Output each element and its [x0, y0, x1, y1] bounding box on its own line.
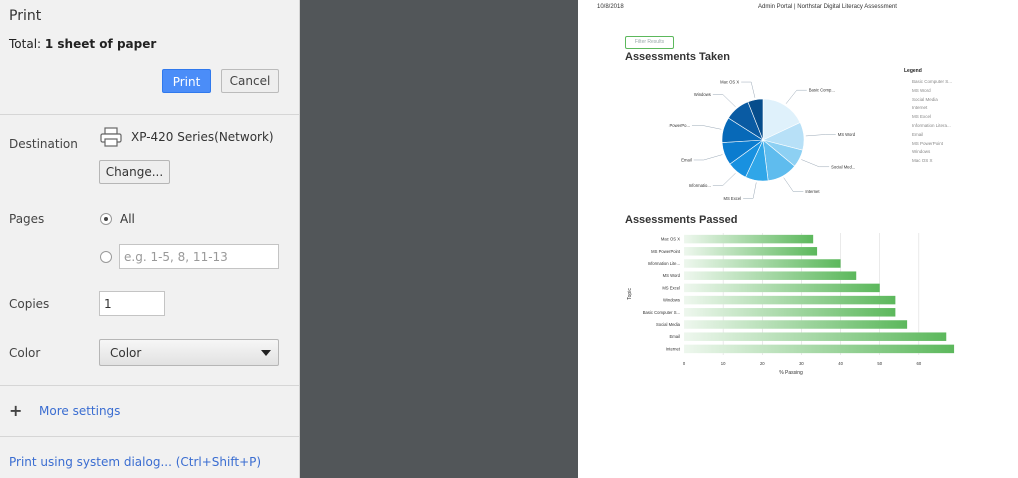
- print-settings-panel: Print Total: 1 sheet of paper Print Canc…: [0, 0, 300, 478]
- legend-item: Social Media: [912, 96, 938, 102]
- pie-slice-label: Email: [681, 157, 692, 162]
- x-axis-label: % Passing: [779, 370, 803, 376]
- pie-slice-label: MS Excel: [723, 196, 741, 201]
- y-tick-label: Social Media: [656, 322, 681, 327]
- total-prefix: Total:: [9, 37, 45, 51]
- pie-label-line: [785, 89, 807, 104]
- print-preview-page: 10/8/2018 Admin Portal | Northstar Digit…: [578, 0, 1018, 478]
- y-tick-label: MS PowerPoint: [651, 249, 681, 254]
- total-sheets: Total: 1 sheet of paper: [9, 37, 156, 51]
- bar: [684, 320, 908, 329]
- pages-range-input[interactable]: e.g. 1-5, 8, 11-13: [119, 244, 279, 269]
- bar: [684, 259, 841, 268]
- pie-label-line: [712, 172, 736, 186]
- legend-item: Email: [912, 131, 924, 137]
- assessments-taken-pie-chart: Basic Comp... MS Word Social Med... Interne…: [668, 80, 856, 201]
- plus-icon[interactable]: +: [9, 401, 22, 420]
- total-value: 1 sheet of paper: [44, 37, 157, 51]
- legend-item: MS PowerPoint: [912, 140, 944, 146]
- change-destination-button[interactable]: Change...: [99, 160, 170, 184]
- pie-label-line: [801, 159, 830, 168]
- bar: [684, 295, 896, 305]
- x-tick-label: 60: [917, 361, 922, 366]
- copies-label: Copies: [9, 297, 50, 311]
- bar: [684, 234, 814, 244]
- bar: [684, 271, 857, 280]
- print-button[interactable]: Print: [162, 69, 211, 93]
- x-tick-label: 30: [799, 361, 804, 366]
- bar: [684, 344, 955, 354]
- y-tick-label: Windows: [663, 298, 680, 303]
- pie-label-line: [693, 154, 723, 161]
- y-tick-label: Basic Computer S...: [643, 310, 680, 315]
- pie-slice-label: MS Word: [838, 132, 856, 137]
- y-axis-label: Topic: [627, 288, 633, 300]
- legend-title: Legend: [904, 68, 922, 74]
- print-header: Print Total: 1 sheet of paper Print Canc…: [0, 0, 299, 115]
- color-select-value: Color: [110, 346, 142, 360]
- pie-label-line: [691, 125, 722, 130]
- pie-label-line: [783, 177, 804, 192]
- destination-printer-name: XP-420 Series(Network): [131, 130, 274, 144]
- y-tick-label: Information Lite...: [648, 261, 680, 266]
- pie-label-line: [805, 134, 836, 137]
- y-tick-label: MS Excel: [662, 285, 680, 290]
- legend-item: Mac OS X: [912, 158, 933, 164]
- legend-item: MS Excel: [912, 114, 932, 120]
- pie-label-line: [741, 81, 756, 98]
- pie-chart-title: Assessments Taken: [625, 51, 730, 63]
- y-tick-label: Email: [670, 334, 681, 339]
- legend-item: Windows: [912, 149, 931, 155]
- bar: [684, 247, 818, 256]
- legend-item: Basic Computer S...: [912, 79, 953, 84]
- destination-label: Destination: [9, 137, 78, 151]
- pages-label: Pages: [9, 212, 45, 226]
- pie-slice-label: Informatio...: [689, 183, 711, 188]
- chevron-down-icon: [261, 350, 271, 356]
- pie-slice-label: Internet: [805, 189, 820, 194]
- pie-slice-label: Social Med...: [831, 164, 855, 169]
- page-header-title: Admin Portal | Northstar Digital Literac…: [758, 4, 897, 10]
- print-title: Print: [9, 8, 42, 24]
- x-tick-label: 20: [760, 361, 765, 366]
- legend-item: MS Word: [912, 87, 931, 93]
- pie-slice-label: Basic Comp...: [809, 88, 835, 93]
- more-settings-link[interactable]: More settings: [39, 404, 120, 418]
- y-tick-label: MS Word: [663, 273, 681, 278]
- divider: [0, 436, 299, 437]
- cancel-button[interactable]: Cancel: [221, 69, 279, 93]
- pie-slice-label: MS PowerPo...: [668, 123, 690, 128]
- x-tick-label: 40: [838, 361, 843, 366]
- pie-slice-label: Windows: [694, 92, 711, 97]
- x-tick-label: 10: [721, 361, 726, 366]
- legend-item: Information Litera...: [912, 123, 951, 128]
- x-tick-label: 50: [877, 361, 882, 366]
- bar: [684, 308, 896, 317]
- page-date: 10/8/2018: [597, 4, 624, 10]
- color-select[interactable]: Color: [99, 339, 279, 366]
- divider: [0, 385, 299, 386]
- filter-results-button: Filter Results: [625, 36, 674, 49]
- y-tick-label: Internet: [666, 346, 681, 351]
- x-tick-label: 0: [683, 361, 686, 366]
- bar: [684, 283, 880, 293]
- pages-all-radio[interactable]: [100, 213, 112, 225]
- copies-input[interactable]: 1: [99, 291, 165, 316]
- system-dialog-link[interactable]: Print using system dialog... (Ctrl+Shift…: [9, 455, 261, 469]
- pages-custom-radio[interactable]: [100, 251, 112, 263]
- pie-label-line: [743, 182, 757, 199]
- pages-all-label[interactable]: All: [120, 212, 135, 226]
- printer-icon: [100, 127, 122, 147]
- assessments-passed-bar-chart: 0 10 20 30 40 50 60 Mac OS X MS PowerPoint Inform…: [627, 233, 955, 376]
- pie-label-line: [712, 94, 736, 108]
- legend-item: Internet: [912, 105, 928, 111]
- y-tick-label: Mac OS X: [661, 237, 680, 242]
- bar-chart-title: Assessments Passed: [625, 214, 738, 226]
- color-label: Color: [9, 346, 41, 360]
- pie-slice-label: Mac OS X: [720, 80, 739, 85]
- bar: [684, 332, 947, 341]
